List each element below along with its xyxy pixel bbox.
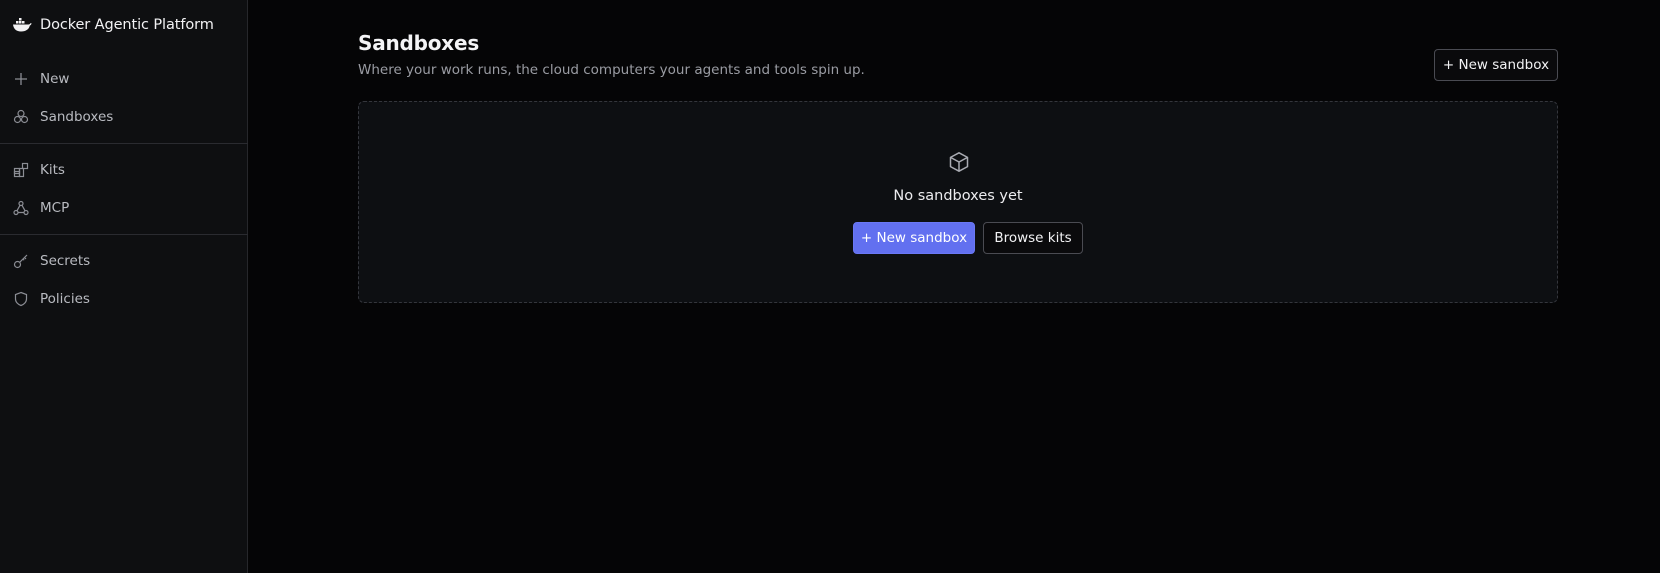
page-title: Sandboxes (358, 31, 480, 55)
app-root: Docker Agentic Platform New Sandboxes Ki… (0, 0, 1660, 573)
sidebar-divider (0, 234, 248, 235)
kits-icon (12, 161, 30, 179)
sidebar-item-label: New (40, 71, 70, 87)
plus-icon (12, 70, 30, 88)
sidebar: Docker Agentic Platform New Sandboxes Ki… (0, 0, 248, 573)
brand[interactable]: Docker Agentic Platform (12, 14, 214, 36)
app-title: Docker Agentic Platform (40, 17, 214, 33)
sidebar-item-label: Policies (40, 291, 90, 307)
sidebar-item-label: Secrets (40, 253, 91, 269)
key-icon (12, 252, 30, 270)
empty-state-new-sandbox-button[interactable]: + New sandbox (853, 222, 975, 254)
sidebar-item-label: Sandboxes (40, 109, 114, 125)
box-icon (947, 150, 971, 174)
sidebar-divider (0, 143, 248, 144)
sidebar-item-secrets[interactable]: Secrets (12, 249, 236, 273)
sidebar-item-policies[interactable]: Policies (12, 287, 236, 311)
mcp-icon (12, 199, 30, 217)
empty-state-panel: No sandboxes yet + New sandbox Browse ki… (358, 101, 1558, 303)
sidebar-item-sandboxes[interactable]: Sandboxes (12, 105, 236, 129)
sidebar-item-kits[interactable]: Kits (12, 158, 236, 182)
new-sandbox-button[interactable]: + New sandbox (1434, 49, 1558, 81)
sidebar-item-mcp[interactable]: MCP (12, 196, 236, 220)
shield-icon (12, 290, 30, 308)
browse-kits-button[interactable]: Browse kits (983, 222, 1083, 254)
docker-whale-icon (12, 15, 32, 35)
page-subtitle: Where your work runs, the cloud computer… (358, 62, 865, 78)
main-content: Sandboxes Where your work runs, the clou… (248, 0, 1660, 573)
sidebar-item-label: Kits (40, 162, 65, 178)
sidebar-item-label: MCP (40, 200, 70, 216)
empty-state-message: No sandboxes yet (893, 188, 1023, 204)
sandboxes-icon (12, 108, 30, 126)
sidebar-item-new[interactable]: New (12, 67, 236, 91)
